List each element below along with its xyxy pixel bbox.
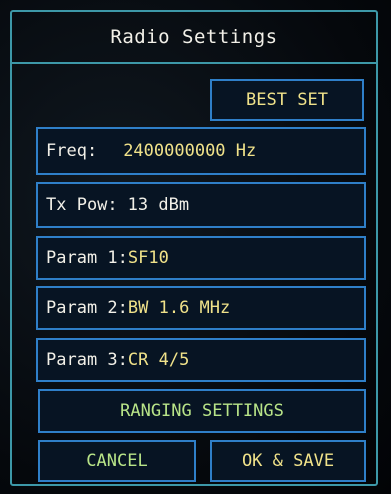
tx-pow-field[interactable]: Tx Pow: 13 dBm (36, 182, 366, 228)
tx-pow-value: 13 dBm (127, 195, 190, 215)
param2-field[interactable]: Param 2: BW 1.6 MHz (36, 286, 366, 330)
freq-label: Freq: (46, 141, 98, 161)
param1-value: SF10 (127, 248, 169, 268)
device-screen: Radio Settings BEST SET Freq: 2400000000… (0, 0, 391, 494)
tx-pow-label: Tx Pow: (46, 195, 118, 215)
ok-save-button[interactable]: OK & SAVE (210, 440, 366, 482)
title-bar: Radio Settings (12, 12, 376, 64)
param3-label: Param 3: (46, 350, 128, 370)
page-title: Radio Settings (110, 26, 278, 48)
freq-field[interactable]: Freq: 2400000000 Hz (36, 127, 366, 175)
param3-field[interactable]: Param 3: CR 4/5 (36, 338, 366, 382)
best-set-label: BEST SET (246, 90, 328, 110)
param1-field[interactable]: Param 1: SF10 (36, 236, 366, 280)
param3-value: CR 4/5 (127, 350, 190, 370)
ranging-settings-label: RANGING SETTINGS (120, 401, 284, 421)
best-set-button[interactable]: BEST SET (210, 79, 364, 121)
param2-value: BW 1.6 MHz (127, 298, 231, 318)
cancel-button[interactable]: CANCEL (38, 440, 196, 482)
ok-save-label: OK & SAVE (241, 451, 335, 471)
param1-label: Param 1: (46, 248, 128, 268)
param2-label: Param 2: (46, 298, 128, 318)
ranging-settings-button[interactable]: RANGING SETTINGS (38, 389, 366, 433)
freq-value: 2400000000 Hz (123, 141, 257, 161)
cancel-label: CANCEL (86, 451, 148, 471)
